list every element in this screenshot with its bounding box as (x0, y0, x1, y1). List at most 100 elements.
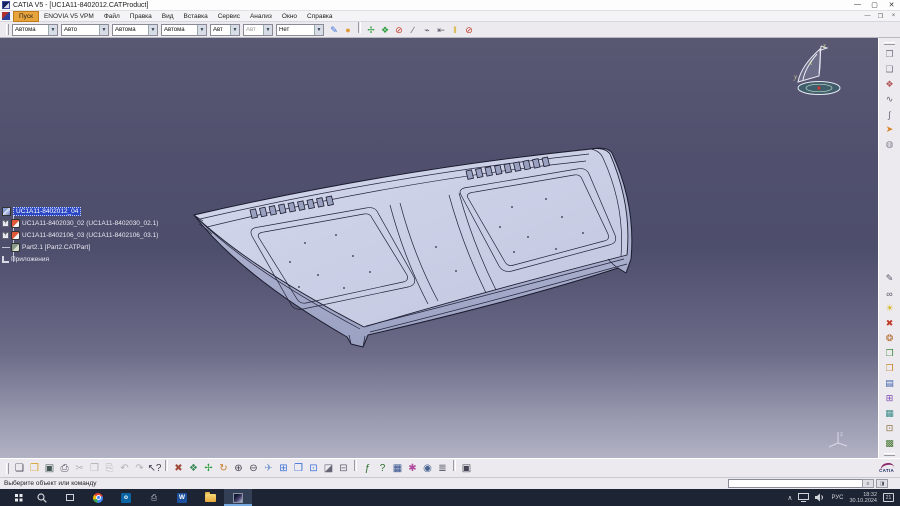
material-sphere-icon[interactable]: ● (341, 23, 355, 37)
menu-file[interactable]: Файл (99, 12, 125, 21)
toolbar-drag-handle[interactable] (6, 24, 9, 35)
formula-icon[interactable]: ƒ (360, 460, 375, 476)
task-view-button[interactable] (56, 489, 84, 506)
sphere-tool-icon[interactable]: ◍ (882, 137, 898, 152)
capture-camera-icon[interactable]: ▣ (459, 460, 474, 476)
save-icon[interactable]: ▣ (42, 460, 57, 476)
options-bars-icon[interactable]: ≣ (435, 460, 450, 476)
render-style-2-icon[interactable]: ⊟ (336, 460, 351, 476)
menu-window[interactable]: Окно (277, 12, 302, 21)
update-icon[interactable]: ❂ (882, 331, 898, 346)
menu-start[interactable]: Пуск (13, 11, 39, 22)
taskbar-chrome[interactable] (84, 489, 112, 506)
chevron-down-icon[interactable]: ▼ (314, 25, 323, 35)
view-compass[interactable]: z x y (783, 40, 853, 100)
chevron-down-icon[interactable]: ▼ (197, 25, 206, 35)
filter-combo-7[interactable]: Нет ▼ (276, 24, 324, 36)
document-blue-icon[interactable]: ▤ (882, 376, 898, 391)
toolbar-drag-handle[interactable] (6, 463, 9, 474)
network-display-icon[interactable] (798, 493, 809, 502)
taskbar-word[interactable]: W (168, 489, 196, 506)
menu-insert[interactable]: Вставка (179, 12, 213, 21)
layers-icon[interactable]: ⊞ (882, 391, 898, 406)
status-button-2[interactable]: ◨ (876, 479, 888, 488)
new-document-icon[interactable]: ❏ (12, 460, 27, 476)
taskbar-app-gray[interactable]: ⎙ (140, 489, 168, 506)
open-folder-icon[interactable]: ❒ (27, 460, 42, 476)
chevron-down-icon[interactable]: ▼ (48, 25, 57, 35)
delete-icon[interactable]: ✖ (882, 316, 898, 331)
spline-icon[interactable]: ∿ (882, 92, 898, 107)
window-new-icon[interactable]: ❏ (882, 62, 898, 77)
filter-combo-2[interactable]: Авто ▼ (61, 24, 109, 36)
paintbrush-icon[interactable]: ✎ (327, 23, 341, 37)
render-style-icon[interactable]: ◪ (321, 460, 336, 476)
language-indicator[interactable]: РУС (831, 495, 843, 501)
tree-node-1[interactable]: + UC1A11-8402030_02 (UC1A11-8402030_02.1… (2, 217, 158, 229)
dashed-trace-icon[interactable]: ⌁ (420, 23, 434, 37)
isometric-view-icon[interactable]: ❒ (291, 460, 306, 476)
tree-node-applications[interactable]: Приложения (2, 253, 158, 265)
pan-icon[interactable]: ✢ (201, 460, 216, 476)
speaker-icon[interactable] (815, 493, 825, 502)
menu-analyze[interactable]: Анализ (245, 12, 277, 21)
tree-node-label[interactable]: UC1A11-8402106_03 (UC1A11-8402106_03.1) (22, 232, 158, 239)
clock[interactable]: 18:32 30.10.2024 (849, 492, 877, 504)
expand-plus-icon[interactable]: + (2, 220, 9, 227)
design-table-icon[interactable]: ▦ (390, 460, 405, 476)
context-help-icon[interactable]: ↖? (147, 460, 162, 476)
pick-line-icon[interactable]: ∕ (406, 23, 420, 37)
box-component-icon[interactable]: ⊡ (882, 421, 898, 436)
tree-node-3[interactable]: Part2.1 [Part2.CATPart] (2, 241, 158, 253)
chevron-down-icon[interactable]: ▼ (230, 25, 239, 35)
menu-view[interactable]: Вид (157, 12, 179, 21)
chevron-down-icon[interactable]: ▼ (148, 25, 157, 35)
tree-root-label[interactable]: UC1A11-8402012_04 (13, 207, 81, 216)
maximize-button[interactable]: ▢ (866, 1, 883, 9)
normal-view-icon[interactable]: ✈ (261, 460, 276, 476)
zoom-in-icon[interactable]: ⊕ (231, 460, 246, 476)
tree-node-2[interactable]: + UC1A11-8402106_03 (UC1A11-8402106_03.1… (2, 229, 158, 241)
pencil-icon[interactable]: ✎ (882, 271, 898, 286)
3d-viewport[interactable]: UC1A11-8402012_04 + UC1A11-8402030_02 (U… (0, 38, 878, 458)
mdi-minimize-button[interactable]: — (861, 13, 874, 20)
mdi-restore-button[interactable]: ❐ (874, 13, 887, 20)
tree-root-node[interactable]: UC1A11-8402012_04 (2, 205, 158, 217)
knowledge-bubble-icon[interactable]: ? (375, 460, 390, 476)
examine-mode-icon[interactable]: ❖ (186, 460, 201, 476)
status-button-1[interactable]: ≡ (862, 479, 874, 488)
no-snap-pointer-icon[interactable]: ⊘ (392, 23, 406, 37)
taskbar-outlook[interactable]: o (112, 489, 140, 506)
close-button[interactable]: ✕ (883, 1, 900, 9)
pan-arrows-icon[interactable]: ✢ (364, 23, 378, 37)
toolbar-drag-handle[interactable] (884, 42, 895, 45)
start-button[interactable] (0, 489, 28, 506)
chevron-down-icon[interactable]: ▼ (99, 25, 108, 35)
curve-analysis-icon[interactable]: ∫ (882, 107, 898, 122)
taskbar-catia-active[interactable] (224, 489, 252, 506)
no-select-pointer-icon[interactable]: ⊘ (462, 23, 476, 37)
yellow-bars-icon[interactable]: ‖ (448, 23, 462, 37)
print-icon[interactable]: ⎙ (57, 460, 72, 476)
grid-table-icon[interactable]: ▦ (882, 406, 898, 421)
catalog-green-icon[interactable]: ❒ (882, 346, 898, 361)
toolbar-drag-handle[interactable] (884, 453, 895, 456)
ant-select-icon[interactable]: ❖ (882, 77, 898, 92)
taskbar-explorer[interactable] (196, 489, 224, 506)
zoom-out-icon[interactable]: ⊖ (246, 460, 261, 476)
filter-combo-3[interactable]: Автома ▼ (112, 24, 158, 36)
notification-center-button[interactable]: 21 (883, 493, 894, 502)
power-input-field[interactable] (728, 479, 870, 488)
structure-tree-icon[interactable]: ▩ (882, 436, 898, 451)
tree-node-label[interactable]: Приложения (11, 256, 49, 263)
knowledge-inspector-icon[interactable]: ◉ (420, 460, 435, 476)
mdi-close-button[interactable]: × (887, 13, 900, 20)
tree-node-label[interactable]: Part2.1 [Part2.CATPart] (22, 244, 90, 251)
named-views-icon[interactable]: ⊡ (306, 460, 321, 476)
minimize-button[interactable]: — (849, 1, 866, 9)
select-arrow-icon[interactable]: ➤ (882, 122, 898, 137)
compass-origin-handle[interactable] (818, 87, 821, 90)
compass-z-label[interactable]: z (822, 42, 826, 50)
tree-node-label[interactable]: UC1A11-8402030_02 (UC1A11-8402030_02.1) (22, 220, 158, 227)
glasses-visualization-icon[interactable]: ∞ (882, 286, 898, 301)
